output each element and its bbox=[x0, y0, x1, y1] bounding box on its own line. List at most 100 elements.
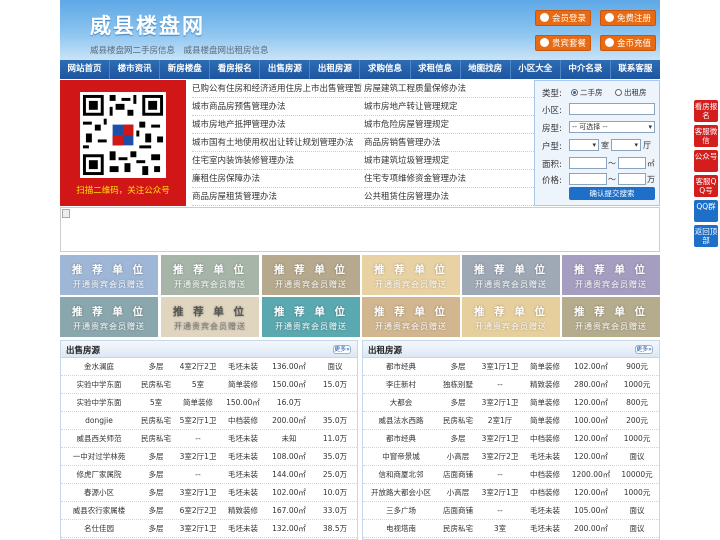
table-row[interactable]: 名仕佳园 多层 3室2厅1卫 毛坯未装 132.00㎡ 38.5万 bbox=[61, 520, 357, 538]
table-row[interactable]: 李庄新村 独栋别墅 -- 精致装修 280.00㎡ 1000元 bbox=[363, 376, 659, 394]
nav-communities[interactable]: 小区大全 bbox=[511, 60, 561, 79]
community-input[interactable] bbox=[569, 103, 655, 115]
nav-home[interactable]: 网站首页 bbox=[60, 60, 111, 79]
news-link[interactable]: 城市国有土地使用权出让转让规划管理办法 bbox=[192, 134, 362, 152]
free-register-button[interactable]: 免费注册 bbox=[600, 10, 656, 26]
search-submit-button[interactable]: 确认提交搜索 bbox=[569, 187, 655, 200]
recommended-unit[interactable]: 推 荐 单 位开通贵宾会员赠送 bbox=[362, 297, 460, 337]
listing-name[interactable]: 金水澜庭 bbox=[61, 361, 137, 372]
listing-name[interactable]: 实验中学东面 bbox=[61, 379, 137, 390]
nav-wanted-buy[interactable]: 求购信息 bbox=[360, 60, 411, 79]
news-link[interactable]: 城市建筑垃圾管理规定 bbox=[364, 152, 534, 170]
side-service-wechat[interactable]: 客服微信 bbox=[694, 125, 718, 147]
recommended-unit[interactable]: 推 荐 单 位开通贵宾会员赠送 bbox=[60, 255, 158, 295]
recommended-unit[interactable]: 推 荐 单 位开通贵宾会员赠送 bbox=[161, 255, 259, 295]
table-row[interactable]: 一中对过学林苑 多层 3室2厅1卫 毛坯未装 108.00㎡ 35.0万 bbox=[61, 448, 357, 466]
listing-name[interactable]: 春源小区 bbox=[61, 487, 137, 498]
table-row[interactable]: 威县农行家属楼 多层 6室2厅2卫 精致装修 167.00㎡ 33.0万 bbox=[61, 502, 357, 520]
site-subtitle[interactable]: 威县楼盘网二手房信息 威县楼盘网出租房信息 bbox=[90, 44, 269, 56]
listing-name[interactable]: 威县西关师范 bbox=[61, 433, 137, 444]
table-row[interactable]: 三多广场 店面商铺 -- 毛坯未装 105.00㎡ 面议 bbox=[363, 502, 659, 520]
news-link[interactable]: 住宅室内装饰装修管理办法 bbox=[192, 152, 362, 170]
sale-more-button[interactable]: 更多» bbox=[333, 345, 351, 354]
recommended-unit[interactable]: 推 荐 单 位开通贵宾会员赠送 bbox=[262, 297, 360, 337]
news-link[interactable]: 公共租赁住房管理办法 bbox=[364, 188, 534, 206]
recommended-unit[interactable]: 推 荐 单 位开通贵宾会员赠送 bbox=[462, 255, 560, 295]
recommended-unit[interactable]: 推 荐 单 位开通贵宾会员赠送 bbox=[462, 297, 560, 337]
listing-name[interactable]: 名仕佳园 bbox=[61, 523, 137, 534]
nav-news[interactable]: 楼市资讯 bbox=[110, 60, 161, 79]
table-row[interactable]: 大都会 多层 3室2厅1卫 简单装修 120.00㎡ 800元 bbox=[363, 394, 659, 412]
recommended-unit[interactable]: 推 荐 单 位开通贵宾会员赠送 bbox=[161, 297, 259, 337]
side-qq-group[interactable]: QQ群 bbox=[694, 200, 718, 222]
nav-for-sale[interactable]: 出售房源 bbox=[260, 60, 311, 79]
table-row[interactable]: 都市经典 多层 3室2厅1卫 中档装修 120.00㎡ 1000元 bbox=[363, 430, 659, 448]
news-link[interactable]: 城市危险房屋管理规定 bbox=[364, 116, 534, 134]
listing-name[interactable]: 大都会 bbox=[363, 397, 439, 408]
nav-viewing-signup[interactable]: 看房报名 bbox=[210, 60, 261, 79]
side-viewing-signup[interactable]: 看房报名 bbox=[694, 100, 718, 122]
table-row[interactable]: 都市经典 多层 3室1厅1卫 简单装修 102.00㎡ 900元 bbox=[363, 358, 659, 376]
table-row[interactable]: 修虎厂家属院 多层 -- 毛坯未装 144.00㎡ 25.0万 bbox=[61, 466, 357, 484]
news-link[interactable]: 房屋建筑工程质量保修办法 bbox=[364, 80, 534, 98]
side-official-account[interactable]: 公众号 bbox=[694, 150, 718, 172]
listing-name[interactable]: dongjie bbox=[61, 416, 137, 425]
listing-name[interactable]: 都市经典 bbox=[363, 433, 439, 444]
listing-name[interactable]: 开放路大都会小区 bbox=[363, 487, 439, 498]
news-link[interactable]: 已购公有住房和经济适用住房上市出售管理暂 bbox=[192, 80, 362, 98]
listing-name[interactable]: 李庄新村 bbox=[363, 379, 439, 390]
table-row[interactable]: 实验中学东面 民房私宅 5室 简单装修 150.00㎡ 15.0万 bbox=[61, 376, 357, 394]
price-min-input[interactable] bbox=[569, 173, 607, 185]
news-link[interactable]: 商品房销售管理办法 bbox=[364, 134, 534, 152]
vip-package-button[interactable]: 贵宾套餐 bbox=[535, 35, 591, 51]
listing-name[interactable]: 修虎厂家属院 bbox=[61, 469, 137, 480]
price-max-input[interactable] bbox=[618, 173, 646, 185]
type-radio-secondhand[interactable]: 二手房 bbox=[571, 87, 603, 98]
recommended-unit[interactable]: 推 荐 单 位开通贵宾会员赠送 bbox=[362, 255, 460, 295]
table-row[interactable]: 威县法水西路 民房私宅 2室1厅 简单装修 100.00㎡ 200元 bbox=[363, 412, 659, 430]
listing-name[interactable]: 威县法水西路 bbox=[363, 415, 439, 426]
area-min-input[interactable] bbox=[569, 157, 607, 169]
area-max-input[interactable] bbox=[618, 157, 646, 169]
listing-name[interactable]: 实验中学东面 bbox=[61, 397, 137, 408]
side-back-to-top[interactable]: 返回顶部 bbox=[694, 225, 718, 247]
table-row[interactable]: 中窗帝景城 小高层 3室2厅2卫 毛坯未装 120.00㎡ 面议 bbox=[363, 448, 659, 466]
recommended-unit[interactable]: 推 荐 单 位开通贵宾会员赠送 bbox=[60, 297, 158, 337]
nav-for-rent[interactable]: 出租房源 bbox=[310, 60, 361, 79]
table-row[interactable]: 信和商厦北邻 店面商铺 -- 中档装修 1200.00㎡ 10000元 bbox=[363, 466, 659, 484]
listing-name[interactable]: 中窗帝景城 bbox=[363, 451, 439, 462]
news-link[interactable]: 住宅专项维修资金管理办法 bbox=[364, 170, 534, 188]
table-row[interactable]: dongjie 民房私宅 5室2厅1卫 中档装修 200.00㎡ 35.0万 bbox=[61, 412, 357, 430]
news-link[interactable]: 城市房地产转让管理规定 bbox=[364, 98, 534, 116]
table-row[interactable]: 实验中学东面 5室 简单装修 150.00㎡ 16.0万 bbox=[61, 394, 357, 412]
listing-name[interactable]: 威县农行家属楼 bbox=[61, 505, 137, 516]
member-login-button[interactable]: 会员登录 bbox=[535, 10, 591, 26]
news-link[interactable]: 廉租住房保障办法 bbox=[192, 170, 362, 188]
listing-name[interactable]: 三多广场 bbox=[363, 505, 439, 516]
coin-recharge-button[interactable]: 金币充值 bbox=[600, 35, 656, 51]
listing-name[interactable]: 电视塔南 bbox=[363, 523, 439, 534]
table-row[interactable]: 春源小区 多层 3室2厅1卫 毛坯未装 102.00㎡ 10.0万 bbox=[61, 484, 357, 502]
banner-ad[interactable] bbox=[60, 207, 660, 252]
listing-name[interactable]: 一中对过学林苑 bbox=[61, 451, 137, 462]
news-link[interactable]: 城市商品房预售管理办法 bbox=[192, 98, 362, 116]
recommended-unit[interactable]: 推 荐 单 位开通贵宾会员赠送 bbox=[562, 255, 660, 295]
table-row[interactable]: 电视塔南 民房私宅 3室 毛坯未装 200.00㎡ 面议 bbox=[363, 520, 659, 538]
nav-wanted-rent[interactable]: 求租信息 bbox=[411, 60, 461, 79]
news-link[interactable]: 城市房地产抵押管理办法 bbox=[192, 116, 362, 134]
recommended-unit[interactable]: 推 荐 单 位开通贵宾会员赠送 bbox=[562, 297, 660, 337]
table-row[interactable]: 金水澜庭 多层 4室2厅2卫 毛坯未装 136.00㎡ 面议 bbox=[61, 358, 357, 376]
listing-name[interactable]: 都市经典 bbox=[363, 361, 439, 372]
side-service-qq[interactable]: 客服QQ号 bbox=[694, 175, 718, 197]
site-title[interactable]: 威县楼盘网 bbox=[90, 10, 205, 40]
news-link[interactable]: 商品房屋租赁管理办法 bbox=[192, 188, 362, 206]
nav-agencies[interactable]: 中介名录 bbox=[561, 60, 611, 79]
listing-name[interactable]: 信和商厦北邻 bbox=[363, 469, 439, 480]
type-radio-rental[interactable]: 出租房 bbox=[615, 87, 647, 98]
nav-contact[interactable]: 联系客服 bbox=[611, 60, 660, 79]
nav-new-homes[interactable]: 新房楼盘 bbox=[160, 60, 211, 79]
table-row[interactable]: 威县西关师范 民房私宅 -- 毛坯未装 未知 11.0万 bbox=[61, 430, 357, 448]
table-row[interactable]: 开放路大都会小区 小高层 3室2厅1卫 中档装修 120.00㎡ 1000元 bbox=[363, 484, 659, 502]
recommended-unit[interactable]: 推 荐 单 位开通贵宾会员赠送 bbox=[262, 255, 360, 295]
nav-map-search[interactable]: 地图找房 bbox=[461, 60, 511, 79]
